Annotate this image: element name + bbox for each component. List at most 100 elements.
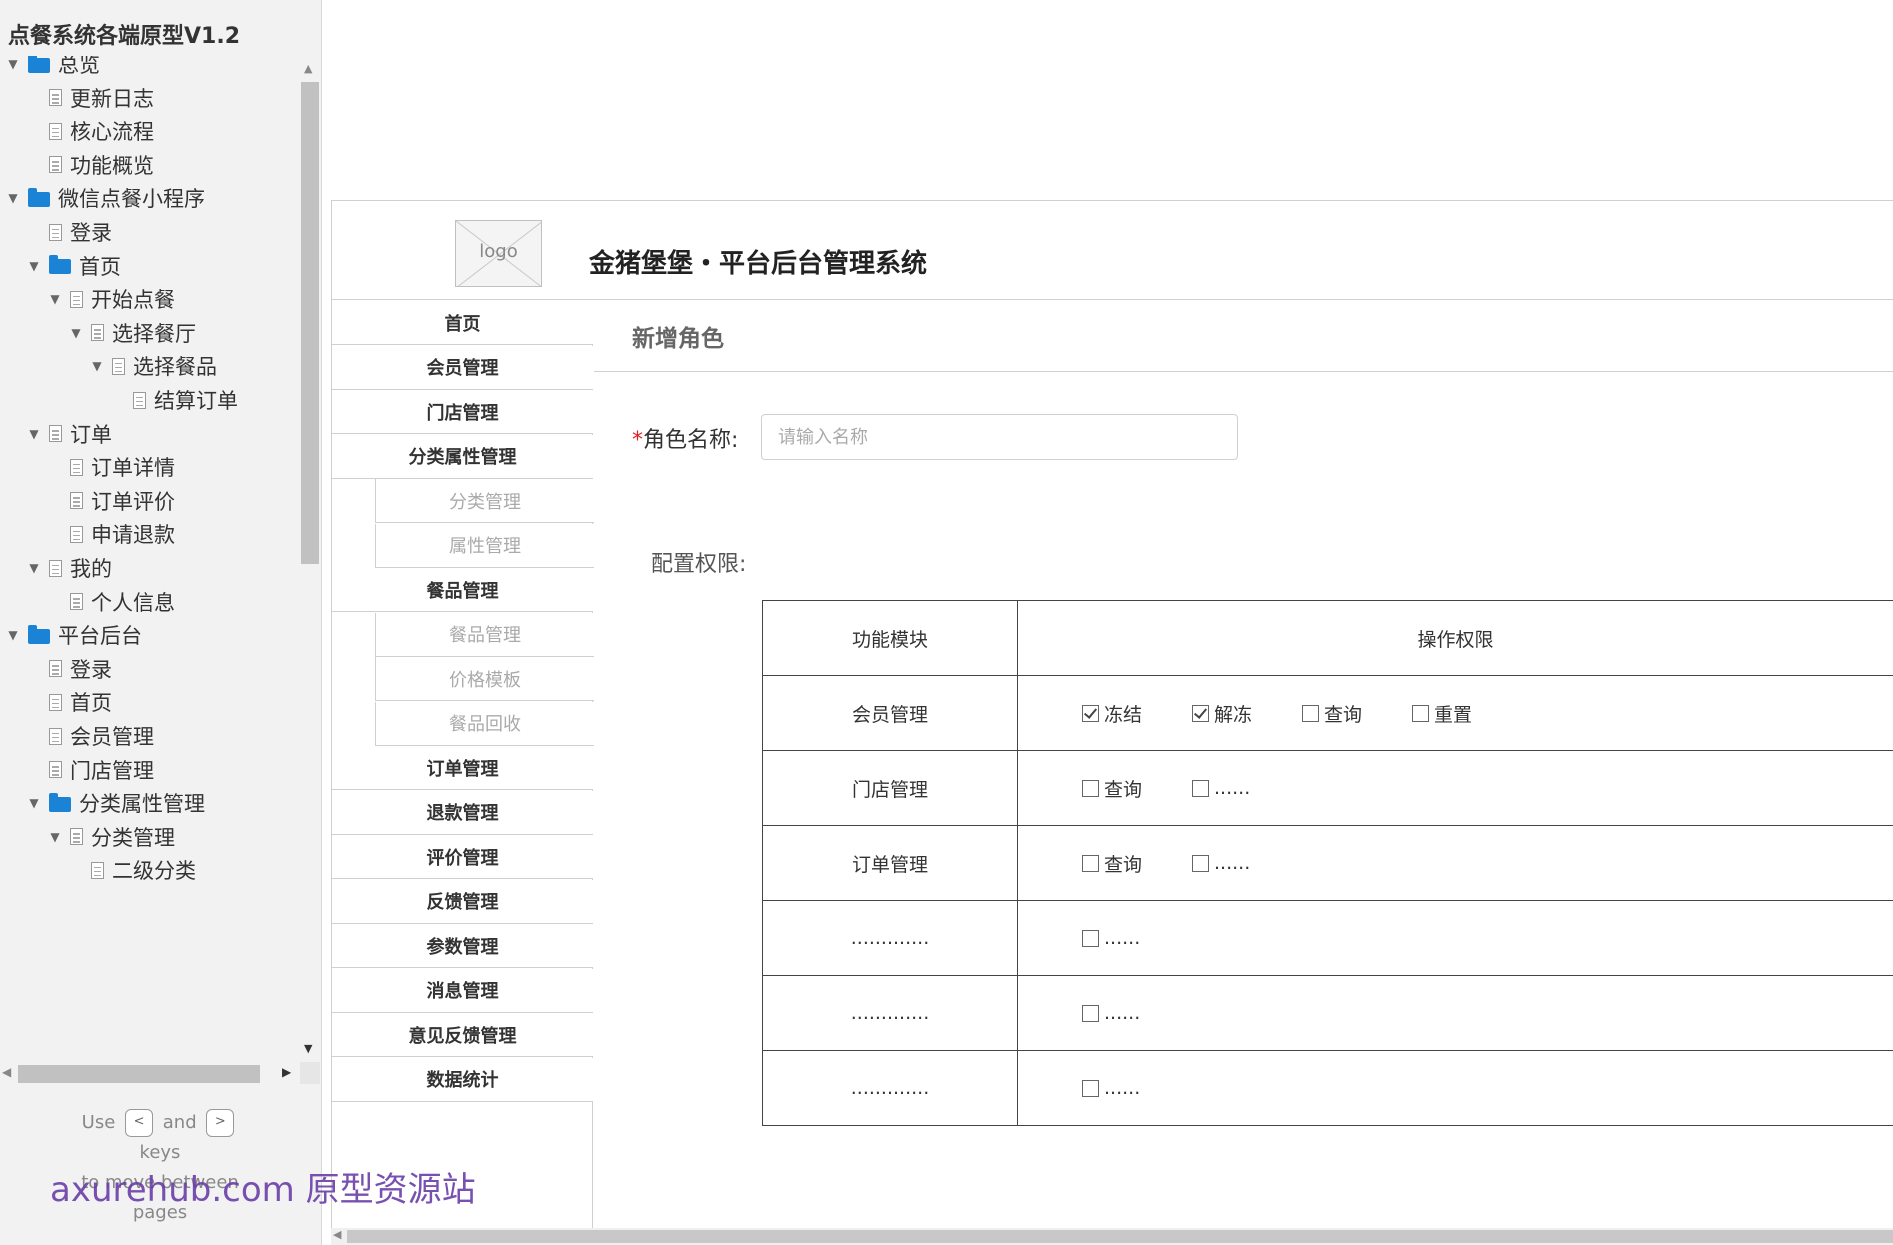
checkbox-label: ......	[1104, 1002, 1141, 1025]
checkbox-label: ......	[1104, 1077, 1141, 1100]
menu-subitem[interactable]: 价格模板	[375, 657, 594, 701]
checkbox-checked-icon[interactable]	[1082, 704, 1099, 722]
permission-checkbox[interactable]: 查询	[1082, 850, 1142, 877]
expand-triangle-icon[interactable]: ▼	[48, 292, 62, 306]
menu-item[interactable]: 首页	[332, 301, 593, 345]
expand-triangle-icon[interactable]: ▼	[90, 359, 104, 373]
frame-horizontal-scrollbar[interactable]: ◀	[331, 1228, 1893, 1245]
page-icon	[112, 357, 125, 375]
page-icon	[49, 727, 62, 745]
permission-checkbox[interactable]: 重置	[1412, 700, 1472, 727]
menu-item[interactable]: 会员管理	[332, 345, 593, 390]
permission-checkbox[interactable]: 冻结	[1082, 700, 1142, 727]
expand-triangle-icon[interactable]: ▼	[27, 259, 41, 273]
checkbox-label: 重置	[1434, 703, 1473, 726]
page-icon	[49, 156, 62, 174]
sitemap-item-label: 申请退款	[91, 523, 175, 548]
checkbox-unchecked-icon[interactable]	[1412, 704, 1430, 722]
module-cell: .............	[762, 1050, 1018, 1126]
permission-checkbox[interactable]: 查询	[1082, 775, 1142, 802]
sitemap-horizontal-scrollbar[interactable]: ◀ ▶	[0, 1062, 320, 1084]
menu-item[interactable]: 订单管理	[332, 746, 593, 790]
checkbox-unchecked-icon[interactable]	[1082, 929, 1099, 947]
checkbox-unchecked-icon[interactable]	[1082, 854, 1099, 872]
sitemap-item-label: 二级分类	[112, 859, 196, 884]
expand-triangle-icon[interactable]: ▼	[69, 326, 83, 340]
checkbox-unchecked-icon[interactable]	[1082, 1079, 1099, 1097]
sitemap-vertical-scrollbar[interactable]: ▲ ▼	[300, 60, 320, 1058]
permission-checkbox[interactable]: ......	[1192, 852, 1250, 874]
expand-triangle-icon[interactable]: ▼	[6, 628, 20, 642]
folder-icon	[28, 187, 50, 207]
expand-triangle-icon[interactable]: ▼	[6, 57, 20, 71]
menu-item[interactable]: 退款管理	[332, 790, 593, 835]
menu-item[interactable]: 评价管理	[332, 835, 593, 879]
menu-item[interactable]: 消息管理	[332, 968, 593, 1013]
scroll-right-arrow-icon[interactable]: ▶	[282, 1065, 291, 1079]
permission-checkbox[interactable]: ......	[1192, 777, 1250, 799]
module-cell: 门店管理	[762, 750, 1018, 826]
expand-triangle-icon[interactable]: ▼	[27, 427, 41, 441]
menu-item[interactable]: 意见反馈管理	[332, 1013, 593, 1057]
scrollbar-thumb[interactable]	[301, 82, 319, 564]
checkbox-unchecked-icon[interactable]	[1082, 779, 1099, 797]
expand-triangle-icon[interactable]: ▼	[48, 830, 62, 844]
scroll-down-arrow-icon[interactable]: ▼	[304, 1042, 312, 1055]
scroll-up-arrow-icon[interactable]: ▲	[304, 62, 312, 75]
module-cell: .............	[762, 975, 1018, 1051]
checkbox-unchecked-icon[interactable]	[1192, 779, 1210, 797]
expand-triangle-icon[interactable]: ▼	[27, 561, 41, 575]
operations-cell: ......	[1017, 1050, 1893, 1126]
module-cell: .............	[762, 900, 1018, 976]
checkbox-unchecked-icon[interactable]	[1192, 854, 1210, 872]
page-icon	[49, 425, 62, 443]
operations-cell: 冻结 解冻 查询 重置	[1017, 675, 1893, 751]
expand-triangle-icon[interactable]: ▼	[27, 796, 41, 810]
sitemap-item-label: 首页	[79, 254, 121, 279]
menu-item[interactable]: 餐品管理	[332, 568, 593, 612]
permission-checkbox[interactable]: 查询	[1302, 700, 1362, 727]
menu-item[interactable]: 数据统计	[332, 1057, 593, 1102]
page-icon	[49, 761, 62, 779]
checkbox-checked-icon[interactable]	[1192, 704, 1210, 722]
table-row: ...................	[762, 1050, 1893, 1126]
menu-item[interactable]: 门店管理	[332, 390, 593, 434]
scrollbar-thumb[interactable]	[18, 1065, 260, 1083]
permission-checkbox[interactable]: ......	[1082, 1002, 1140, 1024]
expand-triangle-icon[interactable]: ▼	[6, 191, 20, 205]
folder-icon	[28, 56, 50, 73]
permission-checkbox[interactable]: ......	[1082, 1077, 1140, 1099]
scrollbar-thumb[interactable]	[347, 1230, 1893, 1243]
menu-subitem[interactable]: 餐品管理	[375, 612, 594, 657]
sitemap-item-label: 分类管理	[91, 825, 175, 850]
checkbox-label: ......	[1214, 852, 1251, 874]
sitemap-item-label: 微信点餐小程序	[58, 187, 205, 212]
permission-table: 功能模块 操作权限 会员管理 冻结 解冻 查询 重置 门店管理 查询...... 订单管理 查询…	[762, 600, 1893, 1126]
menu-subitem[interactable]: 餐品回收	[375, 701, 594, 746]
checkbox-unchecked-icon[interactable]	[1302, 704, 1320, 722]
sitemap-item-label: 平台后台	[58, 624, 142, 649]
page-icon	[49, 223, 62, 241]
role-name-input[interactable]	[761, 414, 1238, 460]
sitemap-item[interactable]: 二级分类	[0, 850, 300, 890]
logo-placeholder: logo	[455, 220, 542, 287]
sitemap-item-label: 更新日志	[70, 86, 154, 111]
menu-subitem[interactable]: 分类管理	[375, 479, 594, 523]
menu-subitem[interactable]: 属性管理	[375, 523, 594, 568]
checkbox-unchecked-icon[interactable]	[1082, 1004, 1099, 1022]
permission-checkbox[interactable]: ......	[1082, 927, 1140, 949]
table-row: 会员管理 冻结 解冻 查询 重置	[762, 675, 1893, 751]
menu-item[interactable]: 分类属性管理	[332, 434, 593, 479]
sitemap-item-label: 选择餐厅	[112, 321, 196, 346]
scroll-left-arrow-icon[interactable]: ◀	[333, 1228, 341, 1241]
permission-checkbox[interactable]: 解冻	[1192, 700, 1252, 727]
page-icon	[70, 458, 83, 476]
scroll-left-arrow-icon[interactable]: ◀	[2, 1065, 11, 1079]
page-icon	[70, 828, 83, 846]
menu-item[interactable]: 反馈管理	[332, 879, 593, 924]
menu-item[interactable]: 参数管理	[332, 924, 593, 968]
page-icon	[91, 861, 104, 879]
